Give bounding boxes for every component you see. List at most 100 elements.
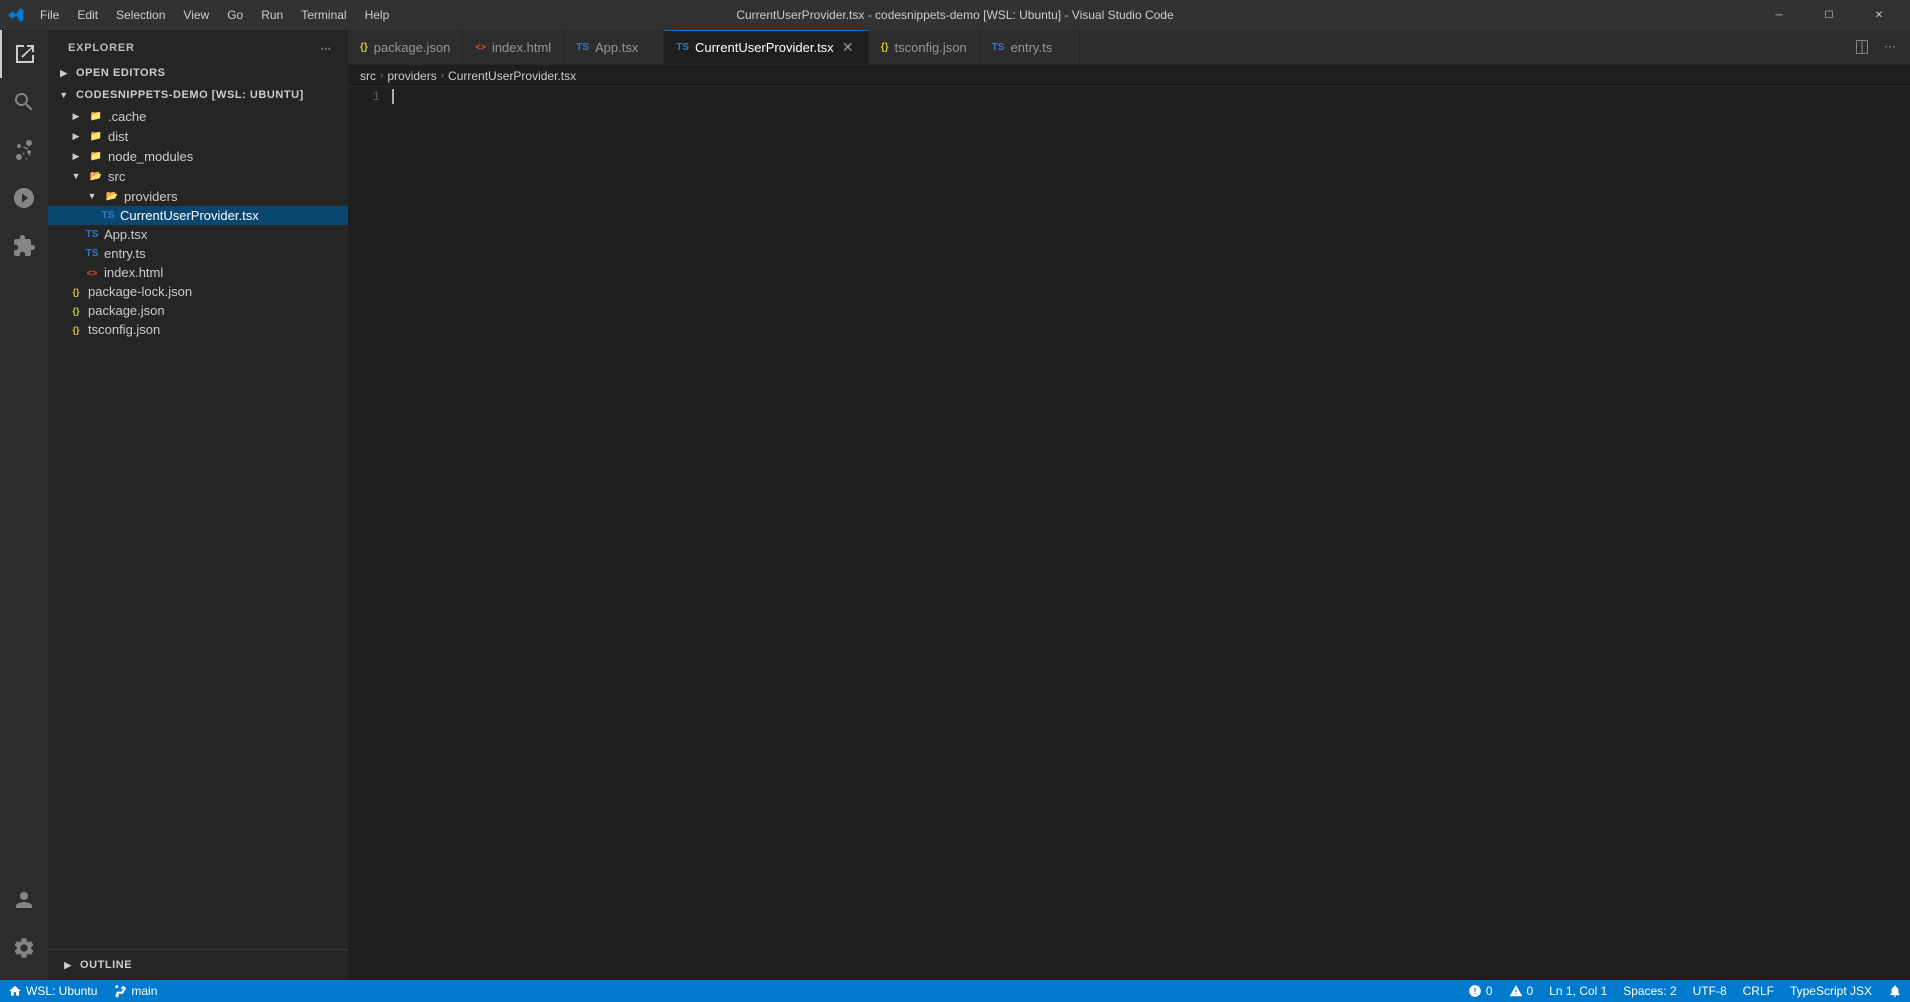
current-user-provider-label: CurrentUserProvider.tsx: [120, 208, 348, 223]
activity-item-settings[interactable]: [0, 924, 48, 972]
dist-chevron: ▶: [68, 128, 84, 144]
split-editor-button[interactable]: [1850, 35, 1874, 59]
status-spaces[interactable]: Spaces: 2: [1615, 980, 1684, 1002]
tab-label-index-html: index.html: [492, 40, 551, 55]
breadcrumb: src › providers › CurrentUserProvider.ts…: [348, 65, 1910, 87]
tree-item-app[interactable]: TS App.tsx: [48, 225, 348, 244]
activity-item-explorer[interactable]: [0, 30, 48, 78]
breadcrumb-sep-2: ›: [441, 70, 444, 81]
ts-badge: TS: [84, 248, 100, 259]
tree-item-package[interactable]: {} package.json: [48, 301, 348, 320]
menu-edit[interactable]: Edit: [69, 6, 106, 24]
activity-item-extensions[interactable]: [0, 222, 48, 270]
tree-item-index-html[interactable]: <> index.html: [48, 263, 348, 282]
json-badge: {}: [68, 325, 84, 335]
status-encoding-label: UTF-8: [1693, 984, 1727, 998]
status-warnings[interactable]: 0: [1501, 980, 1542, 1002]
line-numbers: 1: [348, 87, 388, 980]
open-editors-label: OPEN EDITORS: [76, 67, 166, 79]
run-debug-icon: [12, 186, 36, 210]
status-branch[interactable]: main: [105, 980, 165, 1002]
editor-content[interactable]: 1: [348, 87, 1910, 980]
menu-terminal[interactable]: Terminal: [293, 6, 354, 24]
tsconfig-label: tsconfig.json: [88, 322, 348, 337]
outline-label[interactable]: ▶ OUTLINE: [48, 954, 348, 976]
menu-selection[interactable]: Selection: [108, 6, 173, 24]
tree-item-tsconfig[interactable]: {} tsconfig.json: [48, 320, 348, 339]
tree-item-node-modules[interactable]: ▶ 📁 node_modules: [48, 146, 348, 166]
cache-label: .cache: [108, 109, 348, 124]
status-warning-count: 0: [1527, 984, 1534, 998]
tab-label-tsconfig: tsconfig.json: [894, 40, 966, 55]
tab-index-html[interactable]: <> index.html: [463, 30, 564, 64]
tab-current-user-provider[interactable]: TS CurrentUserProvider.tsx ✕: [664, 30, 869, 64]
tree-item-entry[interactable]: TS entry.ts: [48, 244, 348, 263]
activity-item-account[interactable]: [0, 876, 48, 924]
breadcrumb-providers[interactable]: providers: [387, 69, 436, 83]
account-icon: [12, 888, 36, 912]
branch-icon: [113, 984, 127, 998]
dist-label: dist: [108, 129, 348, 144]
status-eol-label: CRLF: [1743, 984, 1774, 998]
menu-view[interactable]: View: [175, 6, 217, 24]
status-eol[interactable]: CRLF: [1735, 980, 1782, 1002]
status-cursor-label: Ln 1, Col 1: [1549, 984, 1607, 998]
extensions-icon: [12, 234, 36, 258]
providers-chevron: ▼: [84, 188, 100, 204]
src-label: src: [108, 169, 348, 184]
tree-item-dist[interactable]: ▶ 📁 dist: [48, 126, 348, 146]
menu-go[interactable]: Go: [219, 6, 251, 24]
activity-item-run-debug[interactable]: [0, 174, 48, 222]
bell-icon: [1888, 984, 1902, 998]
tree-item-current-user-provider[interactable]: TS CurrentUserProvider.tsx: [48, 206, 348, 225]
open-editors-section[interactable]: ▶ OPEN EDITORS: [48, 62, 348, 84]
project-section[interactable]: ▼ CODESNIPPETS-DEMO [WSL: UBUNTU]: [48, 84, 348, 106]
maximize-button[interactable]: ☐: [1806, 0, 1852, 30]
tab-package-json[interactable]: {} package.json: [348, 30, 463, 64]
status-cursor-position[interactable]: Ln 1, Col 1: [1541, 980, 1615, 1002]
editor-text-area[interactable]: [388, 87, 1910, 980]
folder-open-icon: 📂: [88, 168, 104, 184]
sidebar-header-actions: ⋯: [316, 38, 336, 58]
tab-app-tsx[interactable]: TS App.tsx: [564, 30, 664, 64]
menu-file[interactable]: File: [32, 6, 67, 24]
status-bell[interactable]: [1880, 980, 1910, 1002]
status-language[interactable]: TypeScript JSX: [1782, 980, 1880, 1002]
outline-chevron: ▶: [60, 957, 76, 973]
more-actions-button[interactable]: ⋯: [1878, 35, 1902, 59]
json-badge: {}: [68, 306, 84, 316]
activity-item-source-control[interactable]: [0, 126, 48, 174]
minimize-button[interactable]: ─: [1756, 0, 1802, 30]
close-button[interactable]: ✕: [1856, 0, 1902, 30]
status-spaces-label: Spaces: 2: [1623, 984, 1676, 998]
split-editor-icon: [1854, 39, 1870, 55]
tree-item-providers[interactable]: ▼ 📂 providers: [48, 186, 348, 206]
status-remote[interactable]: WSL: Ubuntu: [0, 980, 105, 1002]
status-remote-label: WSL: Ubuntu: [26, 984, 97, 998]
activity-item-search[interactable]: [0, 78, 48, 126]
tree-item-package-lock[interactable]: {} package-lock.json: [48, 282, 348, 301]
tab-label-package-json: package.json: [374, 40, 451, 55]
tabs-actions: ⋯: [1842, 30, 1910, 64]
main-container: EXPLORER ⋯ ▶ OPEN EDITORS ▼ CODESNIPPETS…: [0, 30, 1910, 980]
menu-help[interactable]: Help: [357, 6, 398, 24]
status-encoding[interactable]: UTF-8: [1685, 980, 1735, 1002]
breadcrumb-src[interactable]: src: [360, 69, 376, 83]
warning-icon: [1509, 984, 1523, 998]
tab-close-button[interactable]: ✕: [840, 40, 856, 56]
sidebar: EXPLORER ⋯ ▶ OPEN EDITORS ▼ CODESNIPPETS…: [48, 30, 348, 980]
tree-item-src[interactable]: ▼ 📂 src: [48, 166, 348, 186]
menu-run[interactable]: Run: [253, 6, 291, 24]
tree-item-cache[interactable]: ▶ 📁 .cache: [48, 106, 348, 126]
tab-label-app: App.tsx: [595, 40, 638, 55]
tab-tsconfig[interactable]: {} tsconfig.json: [869, 30, 980, 64]
tab-entry-ts[interactable]: TS entry.ts: [980, 30, 1080, 64]
new-file-button[interactable]: ⋯: [316, 38, 336, 58]
package-label: package.json: [88, 303, 348, 318]
status-errors[interactable]: 0: [1460, 980, 1501, 1002]
source-control-icon: [12, 138, 36, 162]
breadcrumb-file[interactable]: CurrentUserProvider.tsx: [448, 69, 576, 83]
error-icon: [1468, 984, 1482, 998]
settings-icon: [12, 936, 36, 960]
activity-bar: [0, 30, 48, 980]
